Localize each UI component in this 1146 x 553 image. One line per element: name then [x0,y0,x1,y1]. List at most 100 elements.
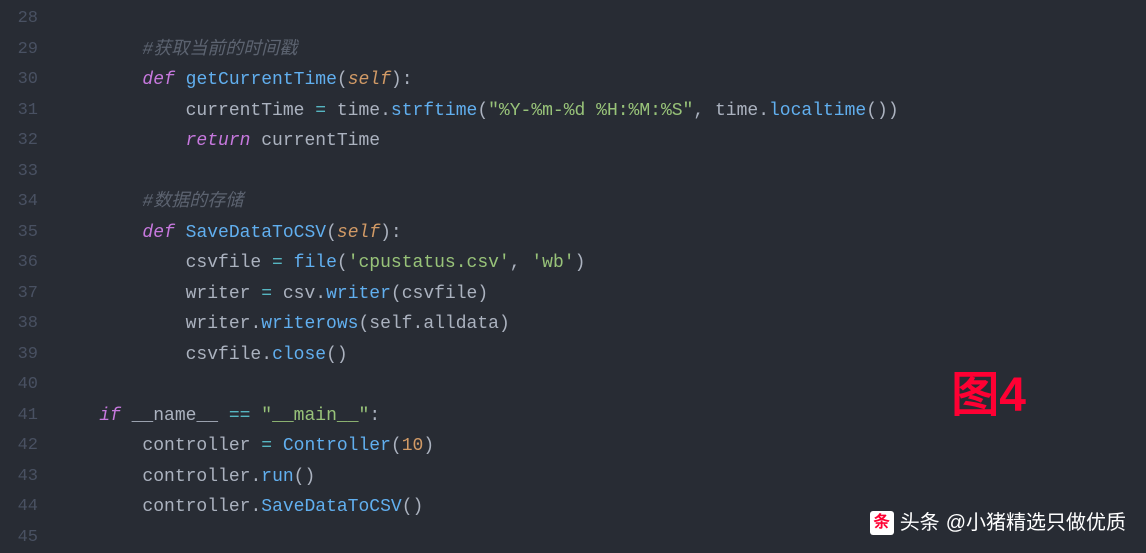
code-token: csvfile [402,284,478,304]
code-token [56,192,142,212]
code-token: () [402,497,424,517]
code-token: def [142,70,174,90]
line-number: 32 [8,126,38,157]
code-token [250,406,261,426]
code-token: 'cpustatus.csv' [348,253,510,273]
code-token: controller [142,436,261,456]
code-token [56,253,186,273]
code-token: ( [358,314,369,334]
line-number: 33 [8,157,38,188]
code-line[interactable]: currentTime = time.strftime("%Y-%m-%d %H… [56,96,1146,127]
code-token: = [272,253,283,273]
line-number: 39 [8,340,38,371]
code-token: csvfile [186,345,262,365]
code-token: self [337,223,380,243]
code-token: ) [575,253,586,273]
line-number: 41 [8,401,38,432]
line-number: 44 [8,492,38,523]
code-token [56,436,142,456]
code-token: = [261,436,272,456]
code-token: writer [186,284,262,304]
line-number: 45 [8,523,38,553]
line-number: 38 [8,309,38,340]
code-line[interactable]: controller.run() [56,462,1146,493]
code-line[interactable]: def getCurrentTime(self): [56,65,1146,96]
code-token: close [272,345,326,365]
line-number: 30 [8,65,38,96]
code-token: #数据的存储 [142,192,243,212]
line-number: 42 [8,431,38,462]
code-token [56,70,142,90]
code-token: () [294,467,316,487]
code-token [56,406,99,426]
code-editor[interactable]: 282930313233343536373839404142434445 #获取… [0,0,1146,552]
line-number: 40 [8,370,38,401]
line-number: 37 [8,279,38,310]
code-token: "%Y-%m-%d %H:%M:%S" [488,101,693,121]
code-token: . [261,345,272,365]
code-token: () [326,345,348,365]
code-token: , [693,101,715,121]
code-token: time [715,101,758,121]
code-token [175,223,186,243]
line-number: 35 [8,218,38,249]
watermark-icon: 条 [870,511,894,535]
code-token: controller [142,467,250,487]
code-token: SaveDataToCSV [186,223,326,243]
code-token [56,497,142,517]
code-token: ( [326,223,337,243]
watermark: 条 头条 @小猪精选只做优质 [870,506,1126,540]
code-token: def [142,223,174,243]
code-token: alldata [423,314,499,334]
code-token: ( [391,284,402,304]
code-token: ( [477,101,488,121]
code-token: . [250,314,261,334]
code-line[interactable] [56,4,1146,35]
code-token: : [369,406,380,426]
code-token: ( [391,436,402,456]
code-token: time [326,101,380,121]
code-token: . [250,467,261,487]
code-token: ) [499,314,510,334]
code-token: Controller [283,436,391,456]
code-token: "__main__" [261,406,369,426]
code-token: 10 [402,436,424,456]
code-token: currentTime [250,131,380,151]
code-token [56,131,186,151]
code-token [56,467,142,487]
code-token: == [229,406,251,426]
code-token: getCurrentTime [186,70,337,90]
code-token: 'wb' [531,253,574,273]
code-token: ()) [866,101,898,121]
code-token [56,345,186,365]
code-token: ): [380,223,402,243]
code-token: ) [423,436,434,456]
code-content[interactable]: #获取当前的时间戳 def getCurrentTime(self): curr… [56,0,1146,552]
code-token: if [99,406,121,426]
code-token: ( [337,253,348,273]
code-token [56,223,142,243]
code-token: #获取当前的时间戳 [142,40,297,60]
code-token [56,101,186,121]
code-line[interactable]: #获取当前的时间戳 [56,35,1146,66]
code-line[interactable] [56,157,1146,188]
line-number-gutter: 282930313233343536373839404142434445 [0,0,56,552]
line-number: 28 [8,4,38,35]
code-line[interactable]: writer = csv.writer(csvfile) [56,279,1146,310]
code-token: localtime [769,101,866,121]
code-token: writer [186,314,251,334]
code-line[interactable]: #数据的存储 [56,187,1146,218]
line-number: 29 [8,35,38,66]
code-line[interactable]: writer.writerows(self.alldata) [56,309,1146,340]
code-token: . [758,101,769,121]
code-line[interactable]: return currentTime [56,126,1146,157]
code-token: = [315,101,326,121]
code-token: SaveDataToCSV [261,497,401,517]
code-token: writer [326,284,391,304]
code-token: = [261,284,272,304]
line-number: 43 [8,462,38,493]
code-token: file [294,253,337,273]
code-line[interactable]: def SaveDataToCSV(self): [56,218,1146,249]
code-token [272,436,283,456]
code-line[interactable]: csvfile = file('cpustatus.csv', 'wb') [56,248,1146,279]
